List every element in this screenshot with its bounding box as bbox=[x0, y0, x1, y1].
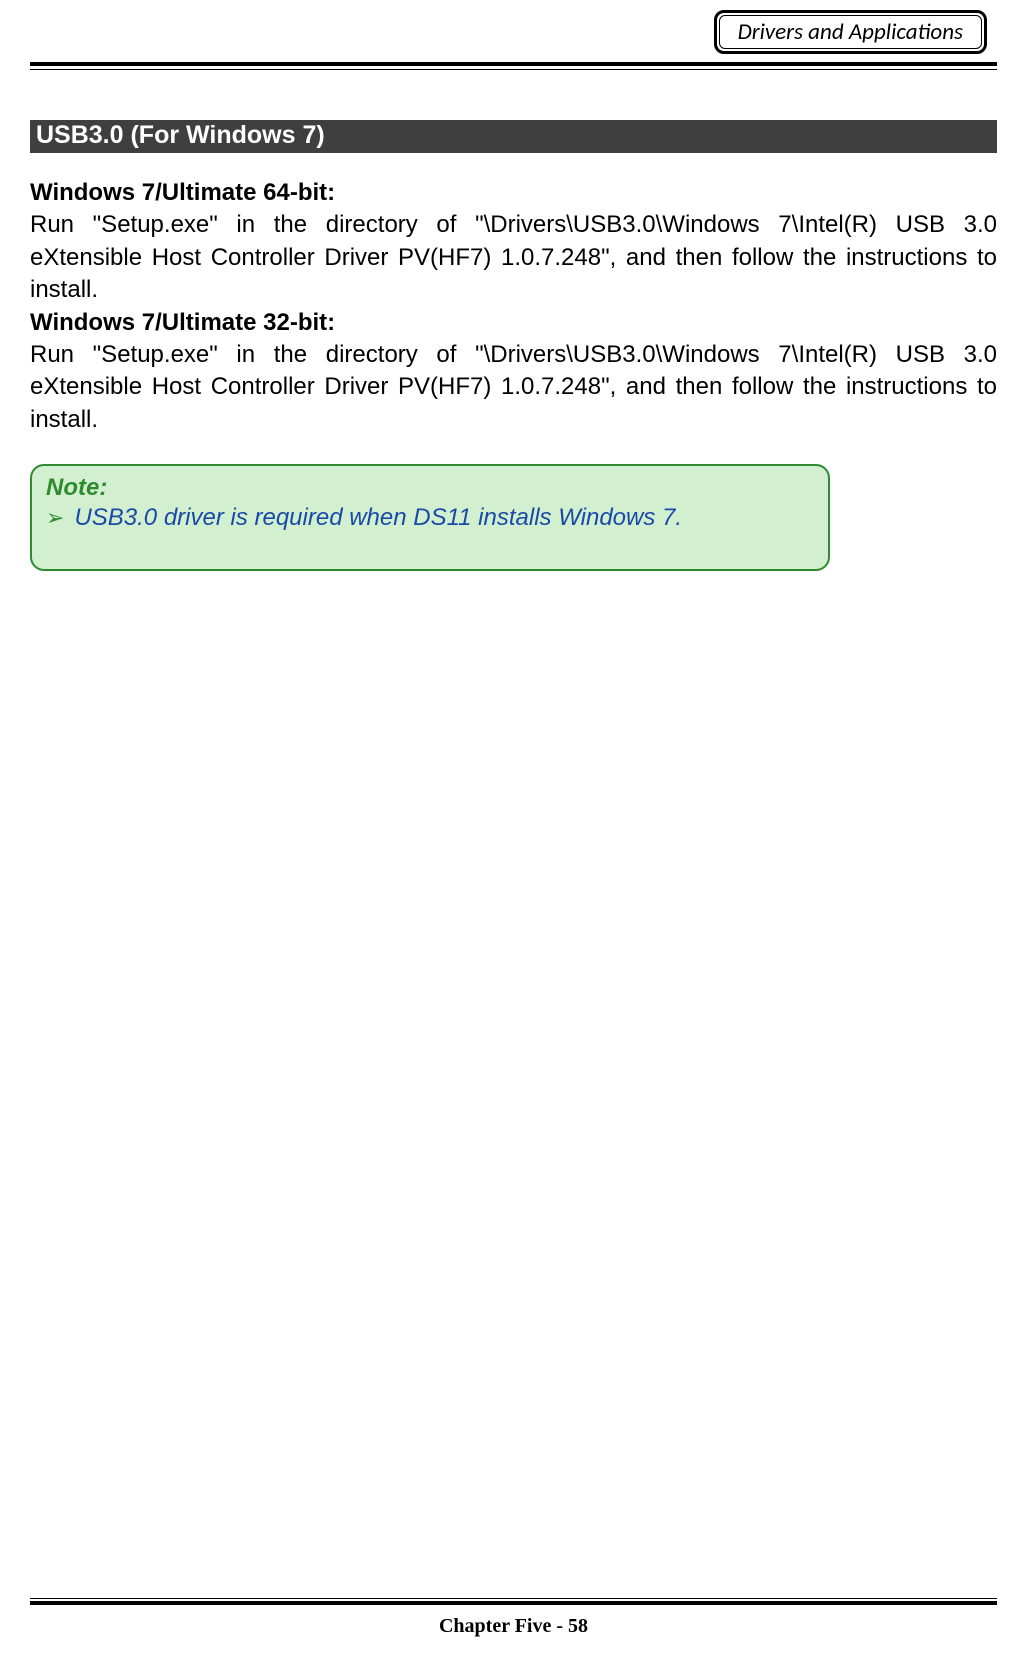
top-horizontal-rule bbox=[30, 62, 997, 70]
bottom-rule-thick bbox=[30, 1601, 997, 1605]
note-item: ➢ USB3.0 driver is required when DS11 in… bbox=[46, 504, 814, 533]
body-text: Windows 7/Ultimate 64-bit: Run "Setup.ex… bbox=[30, 177, 997, 436]
section-heading: USB3.0 (For Windows 7) bbox=[30, 120, 997, 153]
subheading-64bit: Windows 7/Ultimate 64-bit: bbox=[30, 177, 997, 209]
paragraph-64bit: Run "Setup.exe" in the directory of "\Dr… bbox=[30, 209, 997, 306]
bottom-horizontal-rules bbox=[30, 1598, 997, 1605]
page-footer: Chapter Five - 58 bbox=[0, 1598, 1027, 1638]
footer-text: Chapter Five - 58 bbox=[0, 1615, 1027, 1638]
header-badge: Drivers and Applications bbox=[714, 10, 987, 54]
bottom-rule-thin bbox=[30, 1598, 997, 1599]
header-badge-text: Drivers and Applications bbox=[719, 15, 982, 49]
note-item-text: USB3.0 driver is required when DS11 inst… bbox=[74, 504, 682, 532]
note-box: Note: ➢ USB3.0 driver is required when D… bbox=[30, 464, 830, 571]
arrow-icon: ➢ bbox=[46, 504, 64, 533]
paragraph-32bit: Run "Setup.exe" in the directory of "\Dr… bbox=[30, 339, 997, 436]
note-title: Note: bbox=[46, 474, 814, 502]
subheading-32bit: Windows 7/Ultimate 32-bit: bbox=[30, 307, 997, 339]
page-header: Drivers and Applications bbox=[0, 0, 1027, 54]
content-area: USB3.0 (For Windows 7) Windows 7/Ultimat… bbox=[0, 70, 1027, 571]
